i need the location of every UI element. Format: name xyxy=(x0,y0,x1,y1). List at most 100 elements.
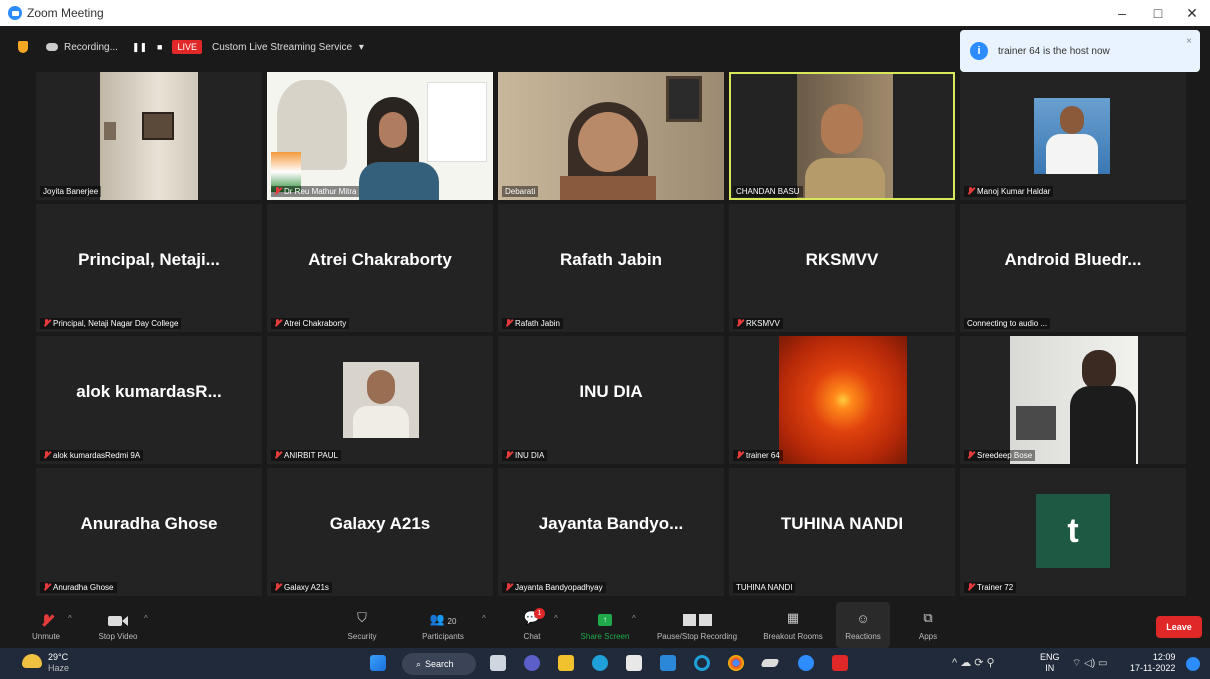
breakout-rooms-icon: ▦ xyxy=(786,609,800,625)
participants-button[interactable]: 👥 20 Participants xyxy=(410,602,476,648)
recording-control-label: Pause/Stop Recording xyxy=(656,631,738,641)
window-titlebar: Zoom Meeting xyxy=(0,0,1210,26)
encryption-shield-icon[interactable] xyxy=(18,41,28,53)
video-options-chevron-icon[interactable]: ^ xyxy=(144,614,148,623)
share-chevron-icon[interactable]: ^ xyxy=(632,614,636,623)
acrobat-icon[interactable] xyxy=(832,655,848,671)
chat-chevron-icon[interactable]: ^ xyxy=(554,614,558,623)
chat-unread-badge: 1 xyxy=(533,607,545,619)
windows-taskbar: 29°C Haze ^ ☁ ⟳ ⚲ ENG IN ⌔ ◁) ▭ 12:09 17… xyxy=(0,648,1210,679)
participant-tile[interactable]: Sreedeep Bose xyxy=(960,336,1186,464)
participant-display-name: Galaxy A21s xyxy=(329,514,431,533)
participant-video xyxy=(343,362,419,438)
participant-name-label: Debarati xyxy=(502,186,539,197)
participant-tile[interactable]: RKSMVV RKSMVV xyxy=(729,204,955,332)
close-window-button[interactable]: ✕ xyxy=(1174,0,1210,26)
participant-tile[interactable]: Android Bluedr... Connecting to audio ..… xyxy=(960,204,1186,332)
participant-tile[interactable]: Dr Reu Mathur Mitra xyxy=(267,72,493,200)
participant-name-label: ANIRBIT PAUL xyxy=(271,450,341,461)
windows-start-icon[interactable] xyxy=(370,655,386,671)
chat-label: Chat xyxy=(523,631,541,641)
weather-widget[interactable]: 29°C Haze xyxy=(48,652,69,674)
stop-video-button[interactable]: Stop Video xyxy=(88,602,148,648)
tool-app-icon[interactable] xyxy=(760,659,780,667)
edge-browser-icon[interactable] xyxy=(592,655,608,671)
participant-tile[interactable]: alok kumardasR... alok kumardasRedmi 9A xyxy=(36,336,262,464)
participant-tile[interactable]: TUHINA NANDI TUHINA NANDI xyxy=(729,468,955,596)
muted-mic-icon xyxy=(505,319,512,328)
teams-chat-icon[interactable] xyxy=(524,655,540,671)
participant-tile-active-speaker[interactable]: CHANDAN BASU xyxy=(729,72,955,200)
tray-icons[interactable]: ^ ☁ ⟳ ⚲ xyxy=(952,656,995,669)
search-icon: ⌕ xyxy=(416,658,422,669)
participant-tile[interactable]: Atrei Chakraborty Atrei Chakraborty xyxy=(267,204,493,332)
participant-tile[interactable]: INU DIA INU DIA xyxy=(498,336,724,464)
share-screen-button[interactable]: ↑ Share Screen xyxy=(574,602,636,648)
cloud-recording-icon xyxy=(46,43,58,51)
recording-indicator[interactable]: Recording... xyxy=(46,42,118,53)
reactions-button[interactable]: ☺ Reactions xyxy=(836,602,890,648)
app-l-icon[interactable] xyxy=(660,655,676,671)
taskbar-search-box[interactable]: ⌕ Search xyxy=(402,653,476,675)
participant-video xyxy=(498,72,724,200)
participant-tile[interactable]: Anuradha Ghose Anuradha Ghose xyxy=(36,468,262,596)
participants-label: Participants xyxy=(422,631,464,641)
muted-mic-icon xyxy=(505,451,512,460)
zoom-logo-icon xyxy=(8,6,22,20)
apps-button[interactable]: ⧉ Apps xyxy=(906,602,950,648)
close-notification-button[interactable]: × xyxy=(1186,36,1192,47)
minimize-button[interactable]: – xyxy=(1104,0,1140,26)
pause-stop-recording-button[interactable]: Pause/Stop Recording xyxy=(648,602,746,648)
muted-mic-icon xyxy=(274,187,281,196)
participant-display-name: INU DIA xyxy=(579,382,643,401)
participants-chevron-icon[interactable]: ^ xyxy=(482,614,486,623)
smiley-plus-icon: ☺ xyxy=(856,610,870,626)
chat-button[interactable]: 💬 1 Chat xyxy=(512,602,552,648)
audio-options-chevron-icon[interactable]: ^ xyxy=(68,614,72,623)
language-indicator[interactable]: ENG IN xyxy=(1040,652,1060,674)
participant-name-label: alok kumardasRedmi 9A xyxy=(40,450,144,461)
file-explorer-icon[interactable] xyxy=(558,655,574,671)
participant-name-label: Dr Reu Mathur Mitra xyxy=(271,186,360,197)
zoom-taskbar-icon[interactable] xyxy=(798,655,814,671)
muted-mic-icon xyxy=(43,583,50,592)
network-volume-battery-icons[interactable]: ⌔ ◁) ▭ xyxy=(1072,657,1107,670)
participant-display-name: Principal, Netaji... xyxy=(78,250,220,269)
apps-label: Apps xyxy=(918,631,938,641)
participant-tile[interactable]: ANIRBIT PAUL xyxy=(267,336,493,464)
participant-tile[interactable]: t Trainer 72 xyxy=(960,468,1186,596)
clock[interactable]: 12:09 17-11-2022 xyxy=(1130,652,1175,674)
maximize-button[interactable]: □ xyxy=(1140,0,1176,26)
participant-tile[interactable]: Joyita Banerjee xyxy=(36,72,262,200)
participant-tile[interactable]: Manoj Kumar Haldar xyxy=(960,72,1186,200)
streaming-service-dropdown[interactable]: Custom Live Streaming Service ▾ xyxy=(212,42,364,53)
store-icon[interactable] xyxy=(626,655,642,671)
leave-button[interactable]: Leave xyxy=(1156,616,1202,638)
participants-icon: 👥 20 xyxy=(429,611,457,626)
participant-name-label: CHANDAN BASU xyxy=(733,186,803,197)
muted-mic-icon xyxy=(274,583,281,592)
cortana-icon[interactable] xyxy=(694,655,710,671)
participant-display-name: Rafath Jabin xyxy=(559,250,663,269)
notification-center-icon[interactable] xyxy=(1186,657,1200,671)
stop-recording-icon[interactable]: ■ xyxy=(157,42,162,52)
security-button[interactable]: ⛉ Security xyxy=(340,602,384,648)
breakout-rooms-button[interactable]: ▦ Breakout Rooms xyxy=(756,602,830,648)
muted-mic-icon xyxy=(43,451,50,460)
pause-recording-icon[interactable]: ❚❚ xyxy=(132,42,147,53)
participant-tile[interactable]: trainer 64 xyxy=(729,336,955,464)
participant-tile[interactable]: Principal, Netaji... Principal, Netaji N… xyxy=(36,204,262,332)
participant-name-label: Rafath Jabin xyxy=(502,318,563,329)
participant-tile[interactable]: Rafath Jabin Rafath Jabin xyxy=(498,204,724,332)
participant-tile[interactable]: Jayanta Bandyo... Jayanta Bandyopadhyay xyxy=(498,468,724,596)
participant-tile[interactable]: Galaxy A21s Galaxy A21s xyxy=(267,468,493,596)
chrome-icon[interactable] xyxy=(728,655,744,671)
unmute-button[interactable]: Unmute xyxy=(24,602,68,648)
live-badge[interactable]: LIVE xyxy=(172,40,202,54)
apps-icon: ⧉ xyxy=(923,609,933,625)
video-camera-icon xyxy=(108,610,128,626)
participant-tile[interactable]: Debarati xyxy=(498,72,724,200)
participant-video xyxy=(797,74,893,198)
task-view-icon[interactable] xyxy=(490,655,506,671)
pause-stop-icon xyxy=(682,610,712,626)
